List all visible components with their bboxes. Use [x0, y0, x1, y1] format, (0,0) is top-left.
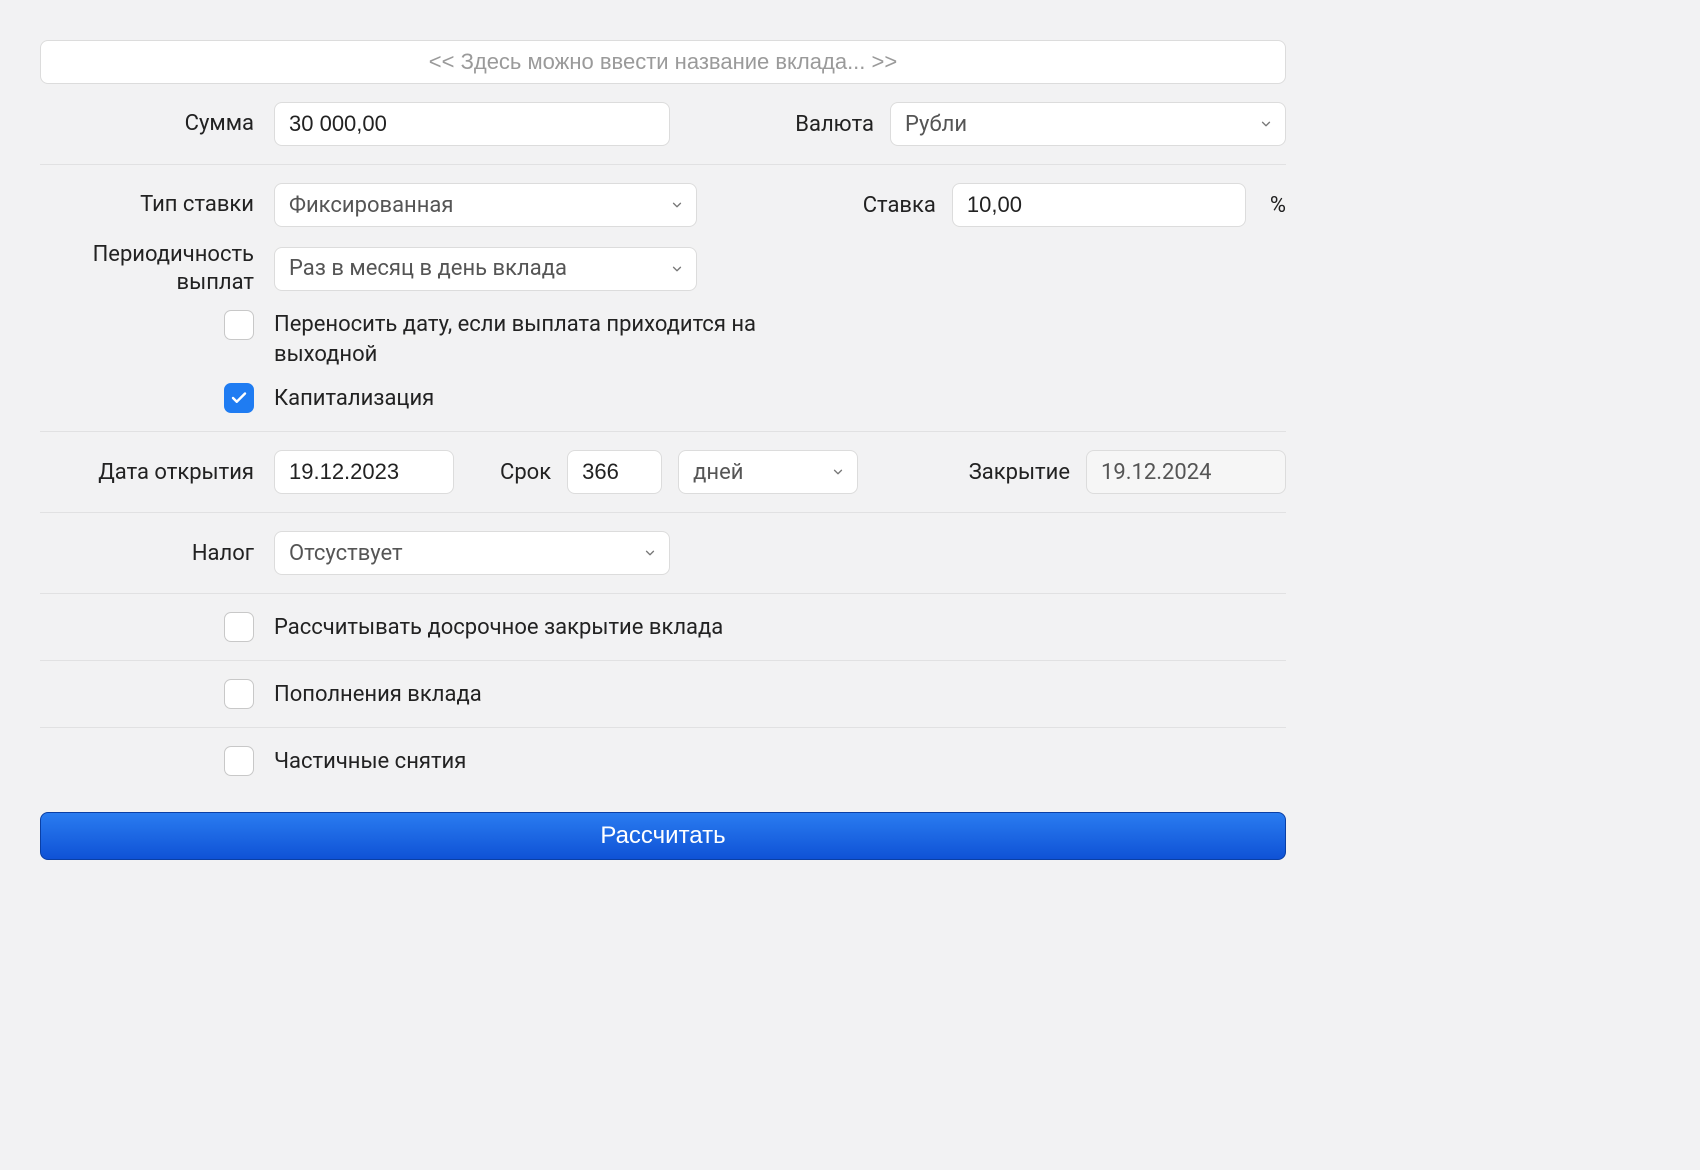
rate-input[interactable] — [952, 183, 1246, 227]
chevron-down-icon — [643, 546, 657, 560]
term-value-input[interactable] — [567, 450, 662, 494]
open-date-input[interactable] — [274, 450, 454, 494]
chevron-down-icon — [670, 198, 684, 212]
percent-sign: % — [1270, 193, 1286, 218]
pay-freq-select[interactable]: Раз в месяц в день вклада — [274, 247, 697, 291]
close-date-value: 19.12.2024 — [1101, 460, 1212, 485]
topups-checkbox[interactable] — [224, 679, 254, 709]
close-date-label: Закрытие — [969, 460, 1070, 485]
currency-value: Рубли — [905, 112, 967, 137]
close-date-output: 19.12.2024 — [1086, 450, 1286, 494]
currency-label: Валюта — [774, 112, 874, 137]
chevron-down-icon — [1259, 117, 1273, 131]
tax-select[interactable]: Отсуствует — [274, 531, 670, 575]
term-unit-select[interactable]: дней — [678, 450, 858, 494]
open-date-label: Дата открытия — [40, 459, 258, 487]
rate-type-value: Фиксированная — [289, 193, 453, 218]
rate-type-label: Тип ставки — [40, 191, 258, 219]
capitalization-label: Капитализация — [274, 386, 434, 411]
pay-freq-label: Периодичность выплат — [40, 241, 258, 296]
currency-select[interactable]: Рубли — [890, 102, 1286, 146]
topups-label: Пополнения вклада — [274, 682, 482, 707]
rate-type-select[interactable]: Фиксированная — [274, 183, 697, 227]
shift-weekend-checkbox[interactable] — [224, 310, 254, 340]
deposit-name-input[interactable] — [40, 40, 1286, 84]
early-close-checkbox[interactable] — [224, 612, 254, 642]
rate-label: Ставка — [836, 193, 936, 218]
term-label: Срок — [500, 460, 551, 485]
amount-label: Сумма — [40, 110, 258, 138]
withdrawals-checkbox[interactable] — [224, 746, 254, 776]
chevron-down-icon — [670, 262, 684, 276]
capitalization-checkbox[interactable] — [224, 383, 254, 413]
term-unit-value: дней — [693, 460, 743, 485]
shift-weekend-label: Переносить дату, если выплата приходится… — [274, 310, 794, 369]
calculate-button[interactable]: Рассчитать — [40, 812, 1286, 860]
pay-freq-value: Раз в месяц в день вклада — [289, 256, 567, 281]
withdrawals-label: Частичные снятия — [274, 749, 466, 774]
early-close-label: Рассчитывать досрочное закрытие вклада — [274, 615, 723, 640]
tax-value: Отсуствует — [289, 541, 403, 566]
chevron-down-icon — [831, 465, 845, 479]
amount-input[interactable] — [274, 102, 670, 146]
tax-label: Налог — [40, 540, 258, 568]
